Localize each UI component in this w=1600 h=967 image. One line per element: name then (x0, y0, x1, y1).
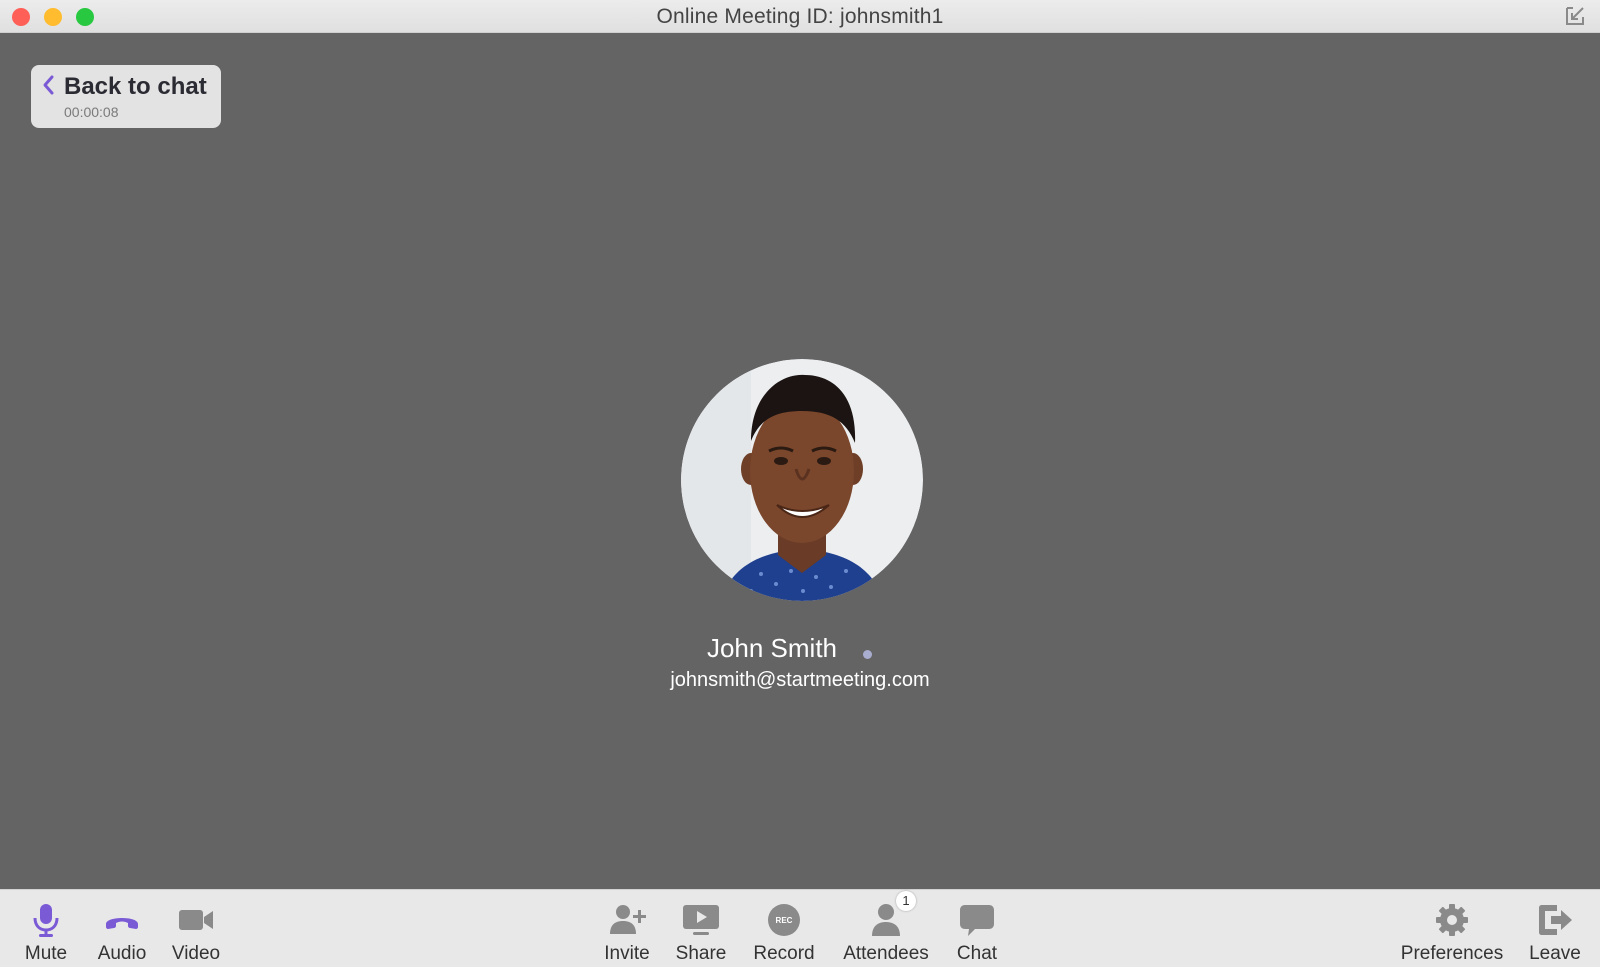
mute-button[interactable]: Mute (14, 890, 78, 967)
record-label: Record (753, 943, 815, 964)
presence-status-dot (863, 650, 872, 659)
back-to-chat-button[interactable]: Back to chat 00:00:08 (31, 65, 221, 128)
participant-avatar (681, 359, 923, 601)
meeting-window: Online Meeting ID: johnsmith1 Back to ch… (0, 0, 1600, 967)
meeting-timer: 00:00:08 (64, 104, 119, 120)
video-label: Video (171, 943, 221, 964)
gear-icon (1436, 904, 1468, 936)
audio-label: Audio (97, 943, 147, 964)
share-button[interactable]: Share (668, 890, 734, 967)
participant-name-text: John Smith (706, 633, 838, 663)
back-to-chat-label: Back to chat (64, 73, 207, 100)
record-icon: REC (768, 904, 800, 936)
invite-label: Invite (604, 943, 650, 964)
chat-label: Chat (956, 943, 998, 964)
exit-fullscreen-icon[interactable] (1564, 5, 1586, 27)
invite-button[interactable]: Invite (596, 890, 658, 967)
record-icon-text: REC (776, 916, 793, 925)
chat-button[interactable]: Chat (946, 890, 1008, 967)
video-button[interactable]: Video (164, 890, 228, 967)
video-camera-icon (179, 910, 213, 930)
attendees-count-badge: 1 (896, 891, 916, 911)
chat-bubble-icon (960, 905, 994, 936)
chevron-left-icon (43, 75, 54, 95)
preferences-label: Preferences (1400, 943, 1504, 964)
participant-email: johnsmith@startmeeting.com (670, 669, 930, 691)
audio-button[interactable]: Audio (90, 890, 154, 967)
meeting-toolbar: Mute Audio Video Invite Share REC Record… (0, 889, 1600, 967)
record-button[interactable]: REC Record (748, 890, 820, 967)
share-label: Share (675, 943, 727, 964)
attendees-label: Attendees (843, 943, 929, 964)
attendees-button[interactable]: 1 Attendees (836, 890, 936, 967)
mute-label: Mute (24, 943, 68, 964)
exit-icon (1539, 905, 1572, 935)
add-user-icon (610, 905, 646, 934)
leave-label: Leave (1529, 943, 1581, 964)
share-screen-icon (683, 905, 719, 935)
microphone-icon (33, 904, 59, 937)
window-title: Online Meeting ID: johnsmith1 (656, 5, 944, 28)
leave-button[interactable]: Leave (1522, 890, 1588, 967)
participant-name: John Smith (0, 633, 1600, 664)
phone-icon (106, 918, 138, 929)
title-bar: Online Meeting ID: johnsmith1 (0, 0, 1600, 33)
preferences-button[interactable]: Preferences (1396, 890, 1508, 967)
